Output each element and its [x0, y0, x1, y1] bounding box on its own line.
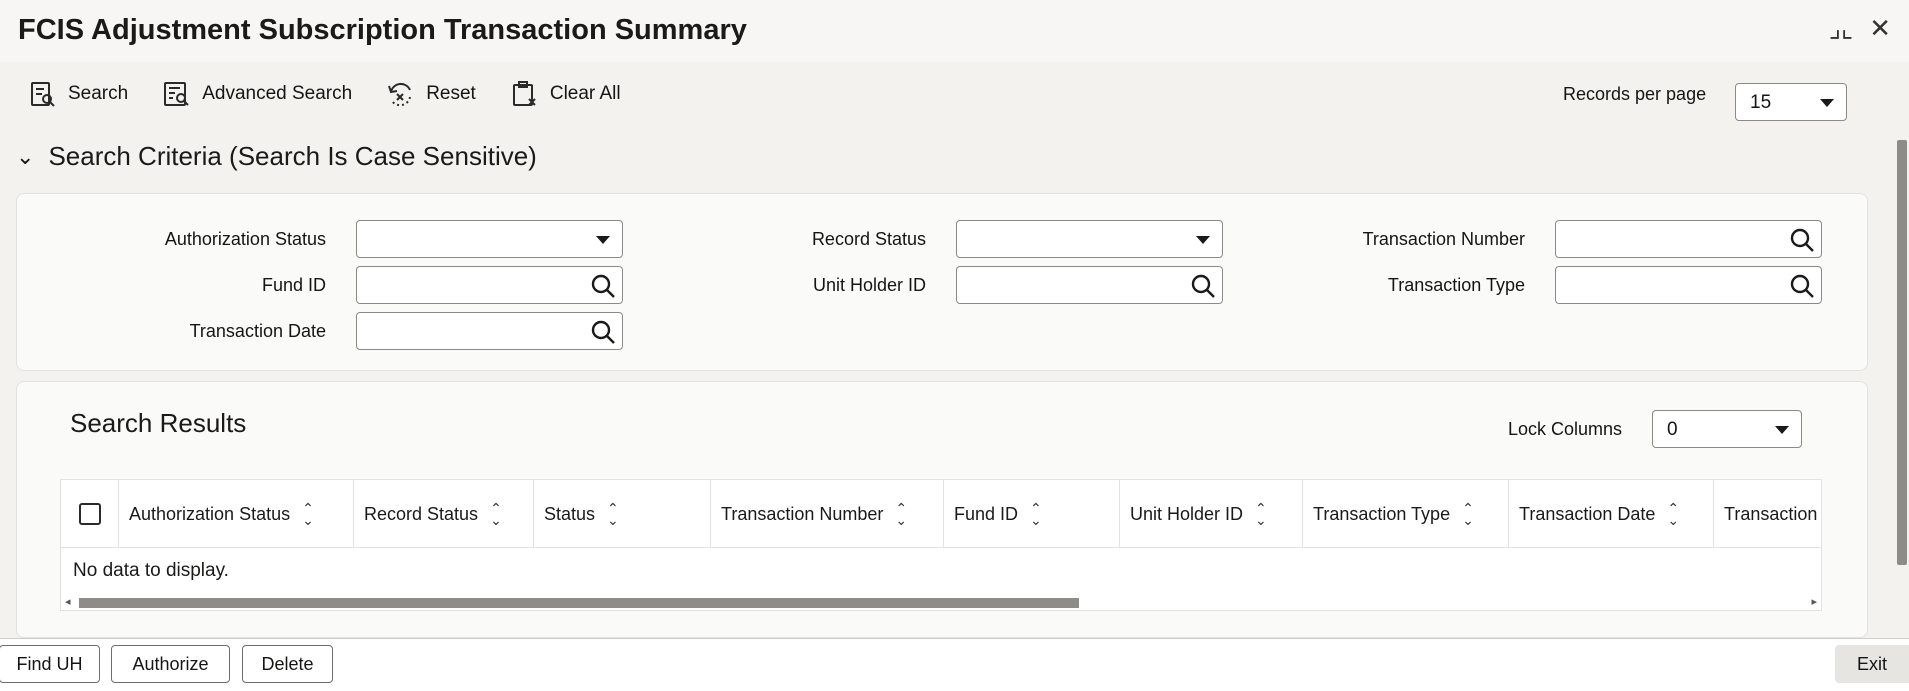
search-doc-icon [31, 82, 55, 107]
column-label: Fund ID [954, 503, 1019, 524]
empty-message: No data to display. [73, 560, 229, 581]
sort-icon[interactable]: ⌃ ⌄ [607, 501, 619, 527]
fund-id-input[interactable] [356, 266, 623, 304]
column-label: Record Status [364, 503, 479, 524]
clipboard-clear-icon [512, 81, 536, 106]
select-all-checkbox[interactable] [79, 503, 101, 525]
sort-icon[interactable]: ⌃ ⌄ [1667, 501, 1679, 527]
reset-label: Reset [426, 83, 476, 104]
column-header[interactable]: Record Status ⌃ ⌄ [354, 480, 534, 548]
column-header[interactable]: Transaction Type ⌃ ⌄ [1303, 480, 1509, 548]
collapse-icon[interactable]: ⌟⌞ [1829, 14, 1853, 42]
chevron-down-icon [1775, 426, 1789, 434]
scroll-right-icon[interactable]: ▸ [1811, 595, 1817, 608]
page-title: FCIS Adjustment Subscription Transaction… [18, 14, 747, 46]
transaction-type-input[interactable] [1555, 266, 1822, 304]
select-all-cell [61, 480, 119, 548]
lock-columns-label: Lock Columns [1508, 419, 1623, 439]
exit-button[interactable]: Exit [1835, 645, 1909, 683]
column-label: Transaction Type [1313, 503, 1451, 524]
title-bar: FCIS Adjustment Subscription Transaction… [0, 0, 1909, 62]
transaction-number-label: Transaction Number [1362, 229, 1525, 249]
sort-icon[interactable]: ⌃ ⌄ [1462, 501, 1474, 527]
advanced-search-label: Advanced Search [202, 83, 353, 104]
column-label: Transaction Number [721, 503, 884, 524]
authorize-button[interactable]: Authorize [111, 645, 230, 683]
unit-holder-id-input[interactable] [956, 266, 1223, 304]
search-button-label: Search [68, 83, 129, 104]
sort-icon[interactable]: ⌃ ⌄ [302, 501, 314, 527]
transaction-number-input[interactable] [1555, 220, 1822, 258]
chevron-down-icon: ⌄ [16, 143, 35, 169]
column-header[interactable]: Transaction Date ⌃ ⌄ [1509, 480, 1714, 548]
scroll-left-icon[interactable]: ◂ [65, 595, 71, 608]
fund-id-label: Fund ID [261, 275, 326, 295]
record-status-select[interactable] [956, 220, 1223, 258]
search-button[interactable]: Search [28, 80, 128, 108]
lock-columns-value: 0 [1667, 419, 1678, 440]
search-icon[interactable] [1789, 227, 1815, 253]
unit-holder-id-label: Unit Holder ID [812, 275, 926, 295]
search-criteria-toggle[interactable]: ⌄ Search Criteria (Search Is Case Sensit… [16, 141, 537, 172]
search-icon[interactable] [590, 319, 616, 345]
search-icon[interactable] [1789, 273, 1815, 299]
chevron-down-icon [596, 236, 610, 244]
column-header[interactable]: Transaction Number ⌃ ⌄ [711, 480, 944, 548]
column-label: Transaction Date [1519, 503, 1656, 524]
horizontal-scrollbar[interactable]: ◂ ▸ [61, 595, 1821, 609]
transaction-date-label: Transaction Date [189, 321, 326, 341]
clear-all-button[interactable]: Clear All [510, 80, 621, 108]
scrollbar-thumb[interactable] [79, 598, 1079, 608]
column-header[interactable]: Transaction [1714, 480, 1821, 548]
reset-icon [388, 82, 412, 107]
column-header[interactable]: Authorization Status ⌃ ⌄ [119, 480, 354, 548]
chevron-down-icon [1196, 236, 1210, 244]
chevron-down-icon [1820, 99, 1834, 107]
results-table: Authorization Status ⌃ ⌄ Record Status ⌃ ⌄ S… [60, 479, 1822, 611]
column-label: Authorization Status [129, 503, 291, 524]
advanced-search-icon [164, 82, 189, 106]
record-status-label: Record Status [811, 229, 926, 249]
sort-icon[interactable]: ⌃ ⌄ [490, 501, 502, 527]
lock-columns-select[interactable]: 0 [1652, 410, 1802, 448]
advanced-search-button[interactable]: Advanced Search [162, 80, 352, 108]
search-icon[interactable] [590, 273, 616, 299]
column-header[interactable]: Fund ID ⌃ ⌄ [944, 480, 1120, 548]
sort-icon[interactable]: ⌃ ⌄ [895, 501, 907, 527]
clear-all-label: Clear All [549, 83, 621, 104]
sort-icon[interactable]: ⌃ ⌄ [1255, 501, 1267, 527]
vertical-scrollbar[interactable] [1897, 140, 1907, 565]
search-icon[interactable] [1190, 273, 1216, 299]
records-per-page-select[interactable]: 15 [1735, 83, 1847, 121]
transaction-type-label: Transaction Type [1387, 275, 1525, 295]
column-label: Status [544, 503, 596, 524]
column-label: Transaction [1724, 503, 1818, 524]
authorization-status-label: Authorization Status [164, 229, 326, 249]
reset-button[interactable]: Reset [386, 80, 476, 108]
delete-button[interactable]: Delete [242, 645, 333, 683]
records-per-page-label: Records per page [1563, 84, 1707, 104]
close-icon[interactable]: ✕ [1869, 14, 1891, 42]
window-controls: ⌟⌞ ✕ [1829, 14, 1891, 42]
toolbar: Search Advanced Search Reset Clear All [28, 80, 621, 108]
footer-bar: Find UH Authorize Delete Exit [0, 638, 1909, 691]
column-header[interactable]: Unit Holder ID ⌃ ⌄ [1120, 480, 1303, 548]
search-results-title: Search Results [70, 408, 247, 438]
search-criteria-header: Search Criteria (Search Is Case Sensitiv… [48, 141, 537, 171]
find-uh-button[interactable]: Find UH [0, 645, 100, 683]
column-header[interactable]: Status ⌃ ⌄ [534, 480, 711, 548]
authorization-status-select[interactable] [356, 220, 623, 258]
records-per-page-value: 15 [1750, 92, 1772, 113]
sort-icon[interactable]: ⌃ ⌄ [1030, 501, 1042, 527]
transaction-date-input[interactable] [356, 312, 623, 350]
table-header: Authorization Status ⌃ ⌄ Record Status ⌃ ⌄ S… [61, 480, 1821, 548]
column-label: Unit Holder ID [1130, 503, 1244, 524]
